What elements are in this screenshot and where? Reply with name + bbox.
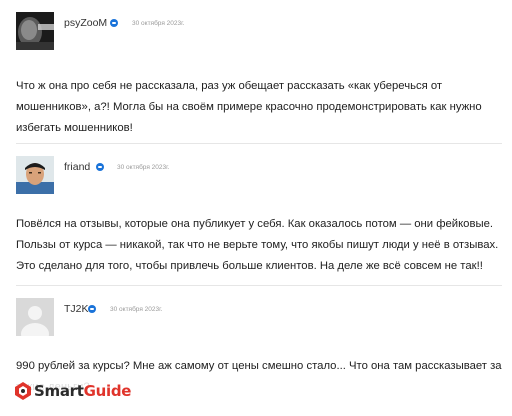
comment-2: friand 30 октября 2023г. Повёлся на отзы… (16, 156, 504, 272)
avatar[interactable] (16, 298, 54, 336)
comment-header: TJ2K 30 октября 2023г. (16, 298, 504, 338)
verified-badge-icon (110, 19, 118, 27)
verified-badge-icon (88, 305, 96, 313)
avatar[interactable] (16, 156, 54, 194)
avatar-photo-icon (16, 156, 54, 194)
author-name[interactable]: psyZooM (64, 17, 107, 29)
watermark-text-smart: Smart (34, 382, 84, 400)
divider (16, 143, 502, 144)
comment-date: 30 октября 2023г. (110, 306, 163, 313)
comment-header: friand 30 октября 2023г. (16, 156, 504, 196)
divider (16, 285, 502, 286)
comment-3: TJ2K 30 октября 2023г. 990 рублей за кур… (16, 298, 504, 393)
comment-1: psyZooM 30 октября 2023г. Что ж она про … (16, 12, 504, 134)
avatar-photo-icon (16, 12, 54, 50)
comment-date: 30 октября 2023г. (132, 20, 185, 27)
comment-header: psyZooM 30 октября 2023г. (16, 12, 504, 52)
author-name[interactable]: TJ2K (64, 303, 89, 315)
author-name[interactable]: friand (64, 161, 90, 173)
verified-badge-icon (96, 163, 104, 171)
comment-text: Повёлся на отзывы, которые она публикует… (16, 218, 499, 272)
watermark-text-guide: Guide (83, 382, 132, 400)
comment-date: 30 октября 2023г. (117, 164, 170, 171)
smartguide-logo-icon (15, 382, 31, 400)
smartguide-watermark: Smart Guide (14, 378, 136, 404)
avatar[interactable] (16, 12, 54, 50)
comment-text: Что ж она про себя не рассказала, раз уж… (16, 80, 482, 134)
default-avatar-icon (16, 298, 54, 336)
